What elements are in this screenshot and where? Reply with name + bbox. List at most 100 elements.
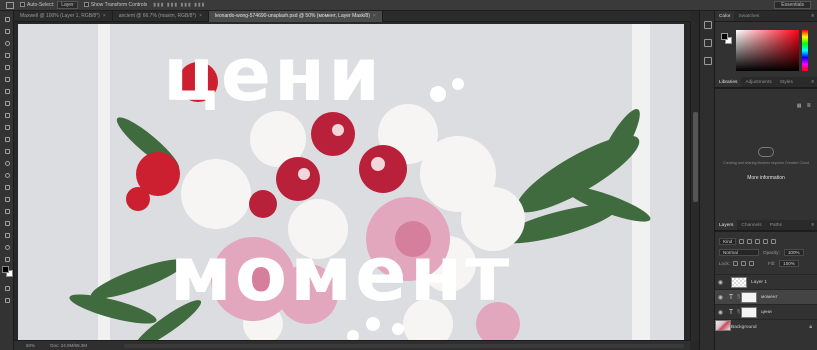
align-icons[interactable]: ▮▮▮ ▮▮▮ ▮▮▮ ▮▮▮ xyxy=(153,2,205,8)
foreground-background-swatches[interactable] xyxy=(2,266,14,278)
brush-settings-icon[interactable] xyxy=(704,57,712,65)
layer-row[interactable]: ◉ T § цени xyxy=(715,304,817,319)
doc-tab-active[interactable]: leonardo-wong-574690-unsplash.psd @ 50% … xyxy=(209,11,383,22)
move-tool-icon[interactable] xyxy=(6,1,14,9)
history-brush-tool-icon[interactable] xyxy=(2,122,12,132)
color-picker-field[interactable] xyxy=(736,30,799,71)
layer-thumbnail xyxy=(731,276,747,288)
path-select-tool-icon[interactable] xyxy=(2,206,12,216)
close-icon[interactable]: × xyxy=(199,13,202,19)
creative-cloud-icon xyxy=(758,147,774,157)
doc-info[interactable]: Doc: 24.0M/69.3M xyxy=(50,343,87,348)
tab-swatches[interactable]: Swatches xyxy=(734,11,763,21)
blur-tool-icon[interactable] xyxy=(2,158,12,168)
visibility-eye-icon[interactable]: ◉ xyxy=(715,309,726,316)
pen-tool-icon[interactable] xyxy=(2,182,12,192)
healing-tool-icon[interactable] xyxy=(2,86,12,96)
tab-styles[interactable]: Styles xyxy=(776,77,797,87)
layer-mask-thumbnail[interactable] xyxy=(741,291,757,303)
screen-mode-icon[interactable] xyxy=(2,295,12,305)
scrollbar-thumb[interactable] xyxy=(693,112,698,202)
tab-adjustments[interactable]: Adjustments xyxy=(741,77,775,87)
more-information-link[interactable]: More information xyxy=(721,175,811,181)
show-transform-checkbox[interactable]: Show Transform Controls xyxy=(83,2,148,8)
eyedropper-tool-icon[interactable] xyxy=(2,74,12,84)
lock-icon[interactable]: 🔒︎ xyxy=(809,324,812,330)
tab-layers[interactable]: Layers xyxy=(715,220,738,230)
layer-row-selected[interactable]: ◉ T § момент xyxy=(715,289,817,304)
filter-kind-dropdown[interactable]: Kind xyxy=(719,238,737,245)
gradient-tool-icon[interactable] xyxy=(2,146,12,156)
history-icon[interactable] xyxy=(704,21,712,29)
lock-label: Lock: xyxy=(719,261,730,266)
lock-all-icon[interactable] xyxy=(748,261,754,266)
libraries-message: Creating and sharing libraries requires … xyxy=(723,161,809,165)
clone-stamp-tool-icon[interactable] xyxy=(2,110,12,120)
lock-pixels-icon[interactable] xyxy=(732,261,738,266)
text-layer-ceni[interactable]: цени xyxy=(18,30,606,120)
doc-tab[interactable]: Maxwell @ 100% (Layer 1, RGB/8*) × xyxy=(14,11,113,22)
hue-slider[interactable] xyxy=(802,30,808,71)
workspace-switcher[interactable]: Essentials xyxy=(774,1,811,9)
auto-select-dropdown[interactable]: Layer xyxy=(57,1,78,9)
foreground-color-swatch[interactable] xyxy=(2,266,9,273)
shape-tool-icon[interactable] xyxy=(2,218,12,228)
lasso-tool-icon[interactable] xyxy=(2,38,12,48)
photoshop-window: Auto-Select: Layer Show Transform Contro… xyxy=(0,0,817,350)
quick-select-tool-icon[interactable] xyxy=(2,50,12,60)
layer-name[interactable]: Background xyxy=(731,325,757,330)
visibility-eye-icon[interactable]: ◉ xyxy=(715,294,726,301)
tab-paths[interactable]: Paths xyxy=(766,220,786,230)
tab-channels[interactable]: Channels xyxy=(737,220,765,230)
eraser-tool-icon[interactable] xyxy=(2,134,12,144)
blend-mode-dropdown[interactable]: Normal xyxy=(719,249,759,256)
layer-name[interactable]: момент xyxy=(761,295,778,300)
tab-color[interactable]: Color xyxy=(715,11,735,21)
auto-select-checkbox[interactable]: Auto-Select: xyxy=(20,2,54,8)
opacity-field[interactable]: 100% xyxy=(783,249,804,256)
doc-tab[interactable]: ancient @ 66.7% (maxim, RGB/8*) × xyxy=(113,11,209,22)
crop-tool-icon[interactable] xyxy=(2,62,12,72)
document-area[interactable]: цени момент xyxy=(14,22,690,340)
more-tools-icon[interactable] xyxy=(2,254,12,264)
layer-mask-thumbnail[interactable] xyxy=(741,306,757,318)
library-view-icons[interactable]: ▦ ≣ xyxy=(797,103,813,109)
dodge-tool-icon[interactable] xyxy=(2,170,12,180)
marquee-tool-icon[interactable] xyxy=(2,26,12,36)
visibility-eye-icon[interactable]: ◉ xyxy=(715,279,726,286)
layer-row[interactable]: ◉ Background 🔒︎ xyxy=(715,319,817,334)
smart-object-filter-icon[interactable] xyxy=(771,239,777,244)
type-tool-icon[interactable] xyxy=(2,194,12,204)
layer-name[interactable]: цени xyxy=(761,310,772,315)
adjustment-filter-icon[interactable] xyxy=(747,239,753,244)
layer-name[interactable]: Layer 1 xyxy=(751,280,767,285)
pixel-filter-icon[interactable] xyxy=(739,239,745,244)
brush-tool-icon[interactable] xyxy=(2,98,12,108)
panel-menu-icon[interactable]: ≡ xyxy=(811,77,814,88)
quick-mask-icon[interactable] xyxy=(2,283,12,293)
color-panel xyxy=(715,22,817,77)
zoom-level[interactable]: 50% xyxy=(26,343,35,348)
layer-row[interactable]: ◉ Layer 1 xyxy=(715,274,817,289)
zoom-tool-icon[interactable] xyxy=(2,242,12,252)
lock-position-icon[interactable] xyxy=(740,261,746,266)
show-transform-label: Show Transform Controls xyxy=(90,2,148,8)
panel-menu-icon[interactable]: ≡ xyxy=(811,11,814,22)
vertical-scrollbar[interactable] xyxy=(690,22,699,340)
close-icon[interactable]: × xyxy=(103,13,106,19)
panel-menu-icon[interactable]: ≡ xyxy=(811,220,814,231)
hand-tool-icon[interactable] xyxy=(2,230,12,240)
move-tool-icon[interactable] xyxy=(2,14,12,24)
document-tabs: Maxwell @ 100% (Layer 1, RGB/8*) × ancien… xyxy=(14,11,690,22)
shape-filter-icon[interactable] xyxy=(763,239,769,244)
tab-libraries[interactable]: Libraries xyxy=(715,77,742,87)
properties-icon[interactable] xyxy=(704,39,712,47)
type-filter-icon[interactable] xyxy=(755,239,761,244)
text-layer-moment[interactable]: момент xyxy=(18,224,674,324)
close-icon[interactable]: × xyxy=(373,13,376,19)
foreground-color-swatch[interactable] xyxy=(721,33,728,40)
canvas[interactable]: цени момент xyxy=(18,24,684,340)
fill-field[interactable]: 100% xyxy=(779,260,799,267)
horizontal-scrollbar[interactable] xyxy=(124,344,684,348)
layers-panel-tabs: Layers Channels Paths ≡ xyxy=(715,220,817,231)
